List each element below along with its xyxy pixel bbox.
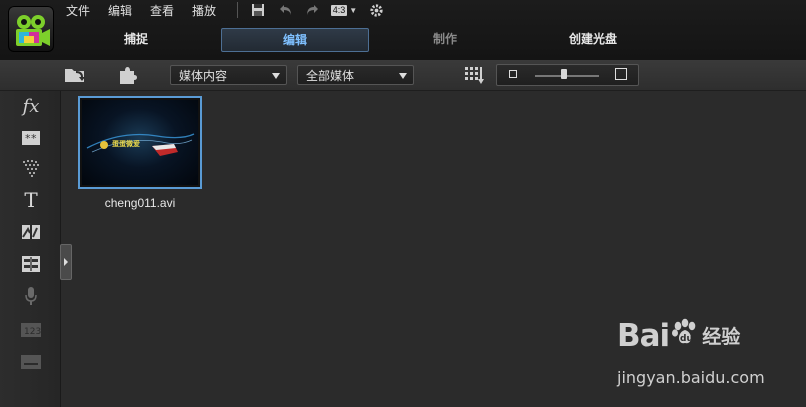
tab-capture[interactable]: 捕捉 <box>96 28 176 50</box>
tab-produce[interactable]: 制作 <box>405 28 485 50</box>
title-bar: 文件 编辑 查看 播放 4:3 ▼ 捕捉 编辑 制作 创建光盘 <box>0 0 806 60</box>
tab-create-disc[interactable]: 创建光盘 <box>550 28 636 50</box>
library-toolbar: 媒体内容 全部媒体 <box>0 60 806 91</box>
menu-play[interactable]: 播放 <box>192 2 216 19</box>
chapter-icon[interactable] <box>18 252 44 276</box>
settings-icon[interactable] <box>367 1 385 19</box>
fx-icon[interactable]: fx <box>18 94 44 118</box>
menu-separator <box>237 2 238 18</box>
video-title-overlay: 蛋蛋微爱 <box>112 141 140 148</box>
zoom-slider-thumb[interactable] <box>561 69 567 79</box>
media-filename: cheng011.avi <box>104 196 176 210</box>
media-content-dropdown-label: 媒体内容 <box>179 69 228 83</box>
particle-icon[interactable] <box>18 156 44 180</box>
svg-text:du: du <box>680 334 693 344</box>
menu-view[interactable]: 查看 <box>150 2 174 19</box>
zoom-in-icon[interactable] <box>615 68 627 80</box>
mic-icon[interactable] <box>18 284 44 308</box>
media-thumbnail[interactable]: 蛋蛋微爱 <box>78 96 202 189</box>
media-content-dropdown[interactable]: 媒体内容 <box>170 65 287 85</box>
transition-icon[interactable]: * * <box>18 126 44 150</box>
svg-text:123: 123 <box>24 327 41 337</box>
baidu-watermark: Bai du 经验 <box>617 318 740 354</box>
video-preview: 蛋蛋微爱 <box>82 100 198 185</box>
chevron-down-icon <box>399 73 407 79</box>
empty-frame-icon[interactable] <box>18 350 44 374</box>
chevron-down-icon: ▼ <box>349 5 358 15</box>
import-icon[interactable] <box>64 64 86 86</box>
pip-icon[interactable] <box>18 220 44 244</box>
watermark-jingyan: 经验 <box>702 326 741 348</box>
media-filter-dropdown-label: 全部媒体 <box>306 69 355 83</box>
thumbnail-zoom-control <box>496 64 639 86</box>
room-sidebar: fx * * T 123 <box>0 60 61 407</box>
title-icon[interactable]: T <box>18 188 44 212</box>
collapse-panel-icon[interactable] <box>60 244 72 280</box>
watermark-logo: Bai <box>617 318 670 354</box>
aspect-ratio-button[interactable]: 4:3 ▼ <box>329 1 359 19</box>
zoom-slider[interactable] <box>535 69 599 79</box>
menu-file[interactable]: 文件 <box>66 2 90 19</box>
tab-edit[interactable]: 编辑 <box>221 28 369 52</box>
mode-tabs: 捕捉 编辑 制作 创建光盘 <box>0 26 806 56</box>
watermark-url: jingyan.baidu.com <box>617 368 765 387</box>
zoom-out-icon[interactable] <box>509 70 517 78</box>
undo-icon[interactable] <box>278 1 294 19</box>
paw-icon: du <box>670 318 700 351</box>
plugin-icon[interactable] <box>116 64 138 86</box>
save-icon[interactable] <box>250 1 266 19</box>
media-filter-dropdown[interactable]: 全部媒体 <box>297 65 414 85</box>
menu-bar: 文件 编辑 查看 播放 <box>66 1 234 19</box>
redo-icon[interactable] <box>304 1 320 19</box>
chevron-down-icon <box>272 73 280 79</box>
svg-text:*: * <box>31 132 37 145</box>
subtitle-icon[interactable]: 123 <box>18 318 44 342</box>
menu-edit[interactable]: 编辑 <box>108 2 132 19</box>
sort-grid-icon[interactable] <box>463 64 485 86</box>
aspect-ratio-label: 4:3 <box>330 4 348 16</box>
